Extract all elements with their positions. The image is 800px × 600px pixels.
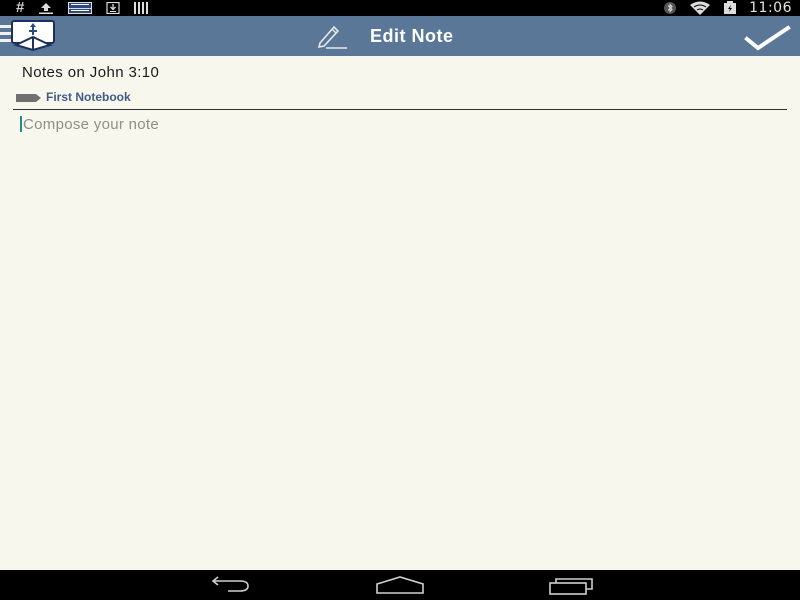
note-editor: Notes on John 3:10 First Notebook <box>0 56 800 570</box>
title-group: Edit Note <box>316 16 454 56</box>
download-icon <box>106 2 120 14</box>
text-cursor <box>20 116 22 132</box>
checkmark-icon <box>744 25 791 51</box>
pencil-icon <box>316 23 348 49</box>
save-checkmark-button[interactable] <box>742 20 792 54</box>
status-bar-system: 11:06 <box>663 0 792 16</box>
home-button[interactable] <box>375 575 425 595</box>
notebook-selector[interactable]: First Notebook <box>16 90 131 104</box>
status-bar: # 11:06 <box>0 0 800 16</box>
notebook-name: First Notebook <box>46 90 131 104</box>
navigation-bar <box>0 570 800 600</box>
page-title: Edit Note <box>370 25 454 46</box>
recent-apps-button[interactable] <box>546 575 596 595</box>
status-bar-notifications: # <box>16 0 150 16</box>
news-app-icon <box>68 2 93 14</box>
note-title: Notes on John 3:10 <box>22 64 160 81</box>
hash-icon: # <box>16 0 25 16</box>
back-button[interactable] <box>204 575 254 595</box>
bible-app-logo-icon[interactable] <box>0 19 60 53</box>
recent-apps-icon <box>549 578 593 595</box>
note-body-input[interactable] <box>23 114 773 134</box>
tag-icon <box>16 91 42 103</box>
divider <box>13 109 787 110</box>
action-bar: Edit Note <box>0 16 800 56</box>
upload-icon <box>38 2 54 14</box>
note-body-area[interactable] <box>20 114 780 138</box>
wifi-icon <box>689 1 711 15</box>
home-icon <box>376 576 424 594</box>
barcode-icon <box>134 2 150 14</box>
status-clock: 11:06 <box>749 0 792 16</box>
battery-icon <box>723 1 737 15</box>
bluetooth-icon <box>663 1 677 15</box>
back-icon <box>211 576 249 592</box>
